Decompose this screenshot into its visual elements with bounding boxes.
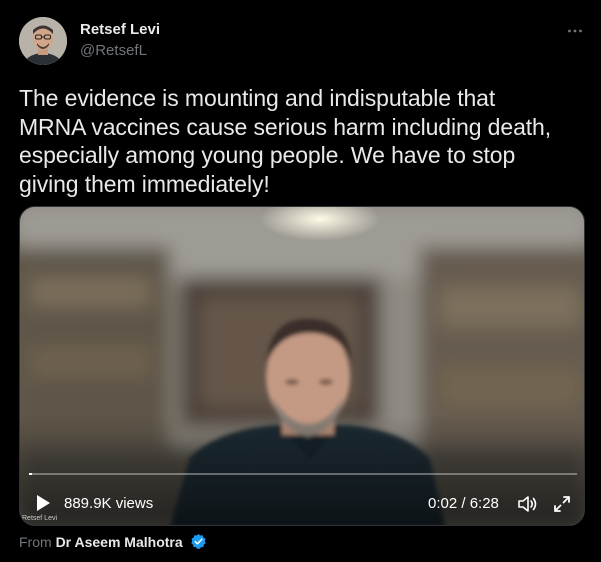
source-prefix: From (19, 534, 52, 550)
volume-icon[interactable] (516, 493, 538, 515)
author-avatar[interactable] (19, 17, 67, 65)
video-watermark: Retsef Levi (22, 515, 58, 522)
video-time: 0:02 / 6:28 (428, 495, 499, 512)
more-icon[interactable] (566, 22, 584, 40)
tweet-card: Retsef Levi @RetsefL The evidence is mou… (0, 0, 601, 562)
fullscreen-icon[interactable] (553, 495, 571, 513)
source-name[interactable]: Dr Aseem Malhotra (56, 534, 183, 550)
video-progress-bar[interactable] (29, 473, 577, 475)
play-icon[interactable] (33, 493, 53, 513)
author-handle[interactable]: @RetsefL (80, 42, 147, 59)
video-player[interactable]: 889.9K views 0:02 / 6:28 Retsef Levi (19, 206, 585, 526)
author-name[interactable]: Retsef Levi (80, 21, 160, 38)
tweet-text: The evidence is mounting and indisputabl… (19, 85, 552, 197)
verified-badge-icon (190, 534, 206, 549)
video-view-count: 889.9K views (64, 495, 154, 512)
video-progress-fill (29, 473, 32, 475)
video-source: From Dr Aseem Malhotra (19, 533, 207, 550)
video-frame (20, 207, 584, 525)
